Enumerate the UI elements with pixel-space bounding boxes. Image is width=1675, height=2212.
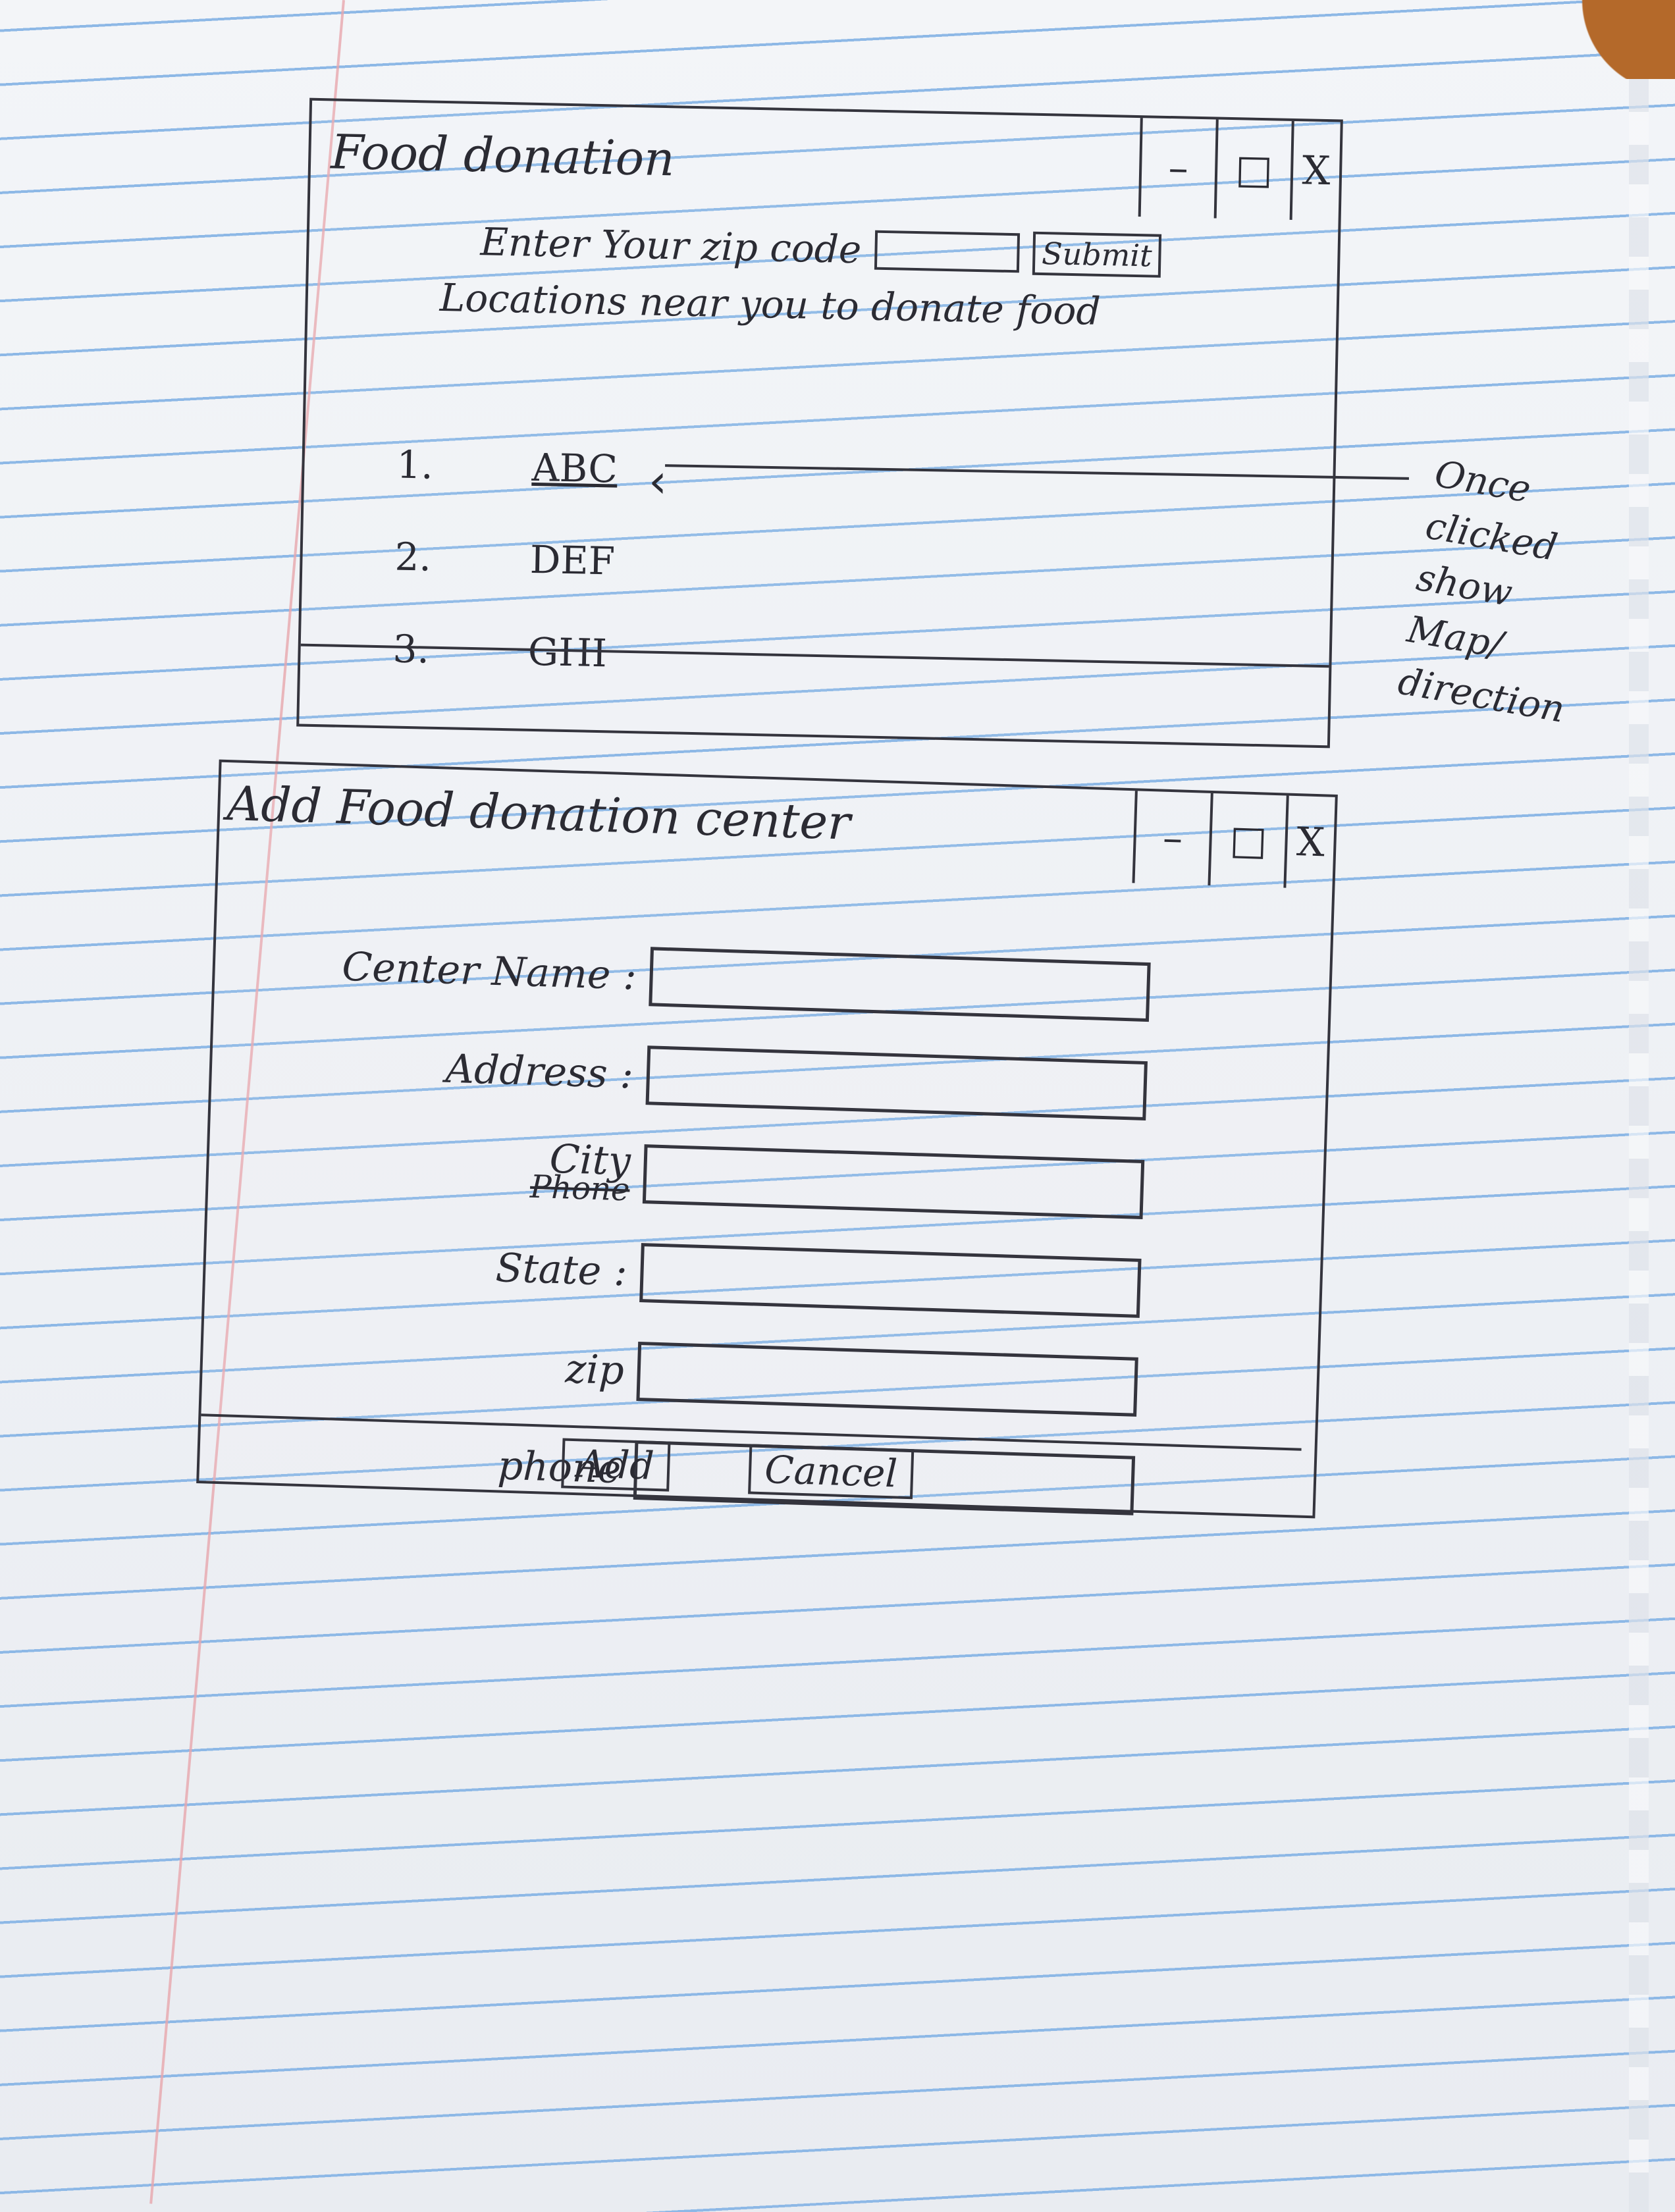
state-label: State :: [494, 1245, 628, 1296]
address-label: Address :: [444, 1045, 635, 1098]
maximize-icon[interactable]: □: [1216, 119, 1294, 220]
list-item-number: 2.: [394, 534, 432, 580]
state-input[interactable]: [639, 1243, 1142, 1318]
maximize-icon[interactable]: □: [1210, 793, 1289, 888]
window-controls: – □ X: [1138, 118, 1341, 221]
list-item[interactable]: 1. ABC: [396, 419, 618, 515]
city-input[interactable]: [642, 1144, 1145, 1219]
location-link[interactable]: DEF: [529, 537, 615, 584]
minimize-icon[interactable]: –: [1134, 791, 1213, 885]
center-form: Center Name : Address : City Phone State…: [277, 916, 1152, 1535]
cancel-button[interactable]: Cancel: [748, 1444, 915, 1500]
location-link[interactable]: GHI: [527, 629, 607, 675]
submit-button[interactable]: Submit: [1032, 231, 1162, 278]
zip-label: zip: [564, 1346, 625, 1394]
spiral-binding: [1629, 0, 1649, 2212]
add-center-window: Add Food donation center – □ X Center Na…: [196, 759, 1338, 1519]
address-input[interactable]: [645, 1045, 1148, 1121]
window-controls: – □ X: [1132, 791, 1335, 889]
add-button[interactable]: Add: [561, 1438, 671, 1492]
window-title: Food donation: [330, 124, 676, 187]
city-label: City Phone: [287, 1128, 645, 1209]
location-link[interactable]: ABC: [531, 445, 618, 492]
center-name-label: Center Name :: [341, 943, 637, 999]
zip-input[interactable]: [874, 230, 1020, 273]
arrow-head-icon: ‹: [649, 454, 667, 508]
zip-label: Enter Your zip code: [479, 219, 862, 273]
food-donation-window: Food donation – □ X Enter Your zip code …: [296, 97, 1343, 749]
minimize-icon[interactable]: –: [1140, 118, 1219, 219]
list-item-number: 3.: [392, 626, 430, 672]
zip-input[interactable]: [636, 1342, 1138, 1417]
locations-heading: Locations near you to donate food: [439, 275, 1102, 334]
close-icon[interactable]: X: [1286, 796, 1335, 889]
desk-corner: [1570, 0, 1675, 79]
window-title: Add Food donation center: [226, 776, 851, 851]
locations-list: 1. ABC 2. DEF 3. GHI: [392, 419, 618, 700]
center-name-input[interactable]: [649, 947, 1151, 1022]
list-item[interactable]: 2. DEF: [394, 511, 616, 608]
close-icon[interactable]: X: [1292, 121, 1341, 221]
list-item-number: 1.: [396, 442, 434, 488]
